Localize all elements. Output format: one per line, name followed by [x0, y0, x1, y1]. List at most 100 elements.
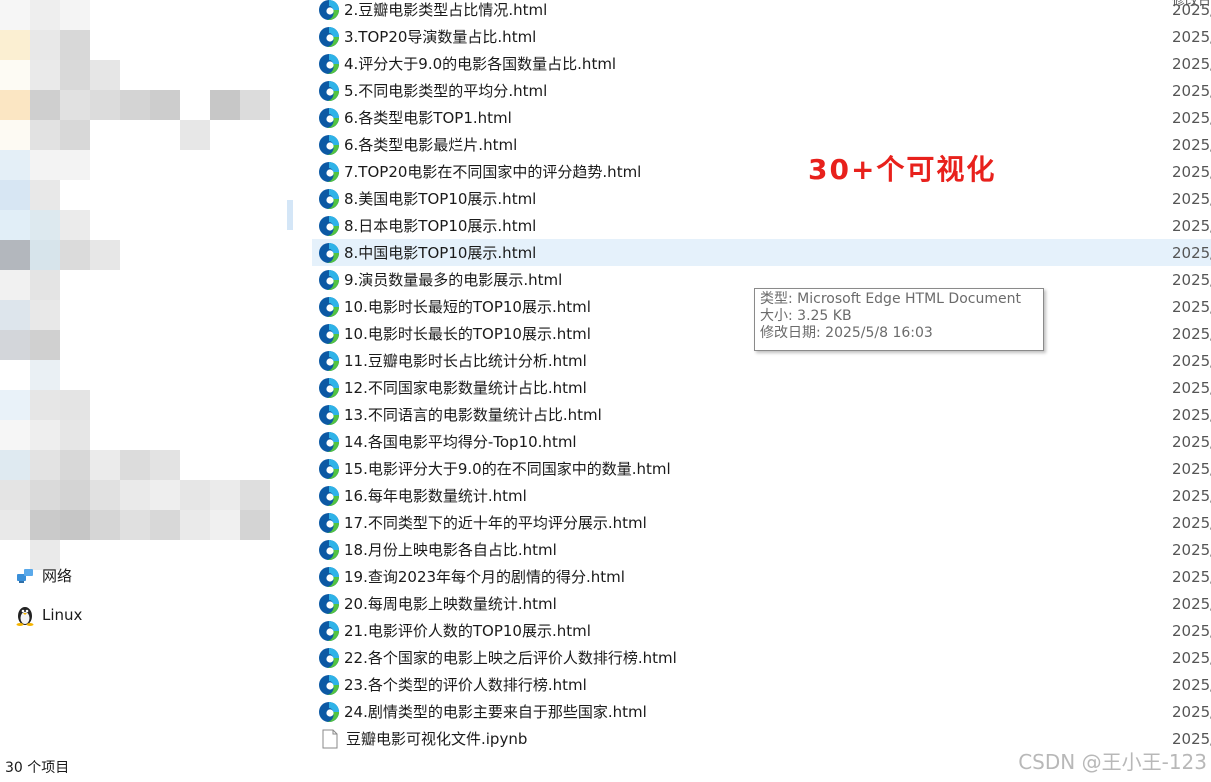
file-row[interactable]: 19.查询2023年每个月的剧情的得分.html 2025/ [312, 563, 1211, 590]
file-name: 11.豆瓣电影时长占比统计分析.html [344, 352, 587, 370]
file-name: 18.月份上映电影各自占比.html [344, 541, 557, 559]
blur-cell [120, 360, 150, 390]
edge-browser-icon [318, 53, 340, 75]
file-name: 豆瓣电影可视化文件.ipynb [346, 730, 528, 748]
file-date: 2025/ [1172, 189, 1211, 208]
blur-cell [270, 300, 294, 330]
nav-item-linux[interactable]: Linux [14, 602, 82, 628]
file-date: 2025/ [1172, 27, 1211, 46]
blur-cell [120, 420, 150, 450]
blur-cell [240, 270, 270, 300]
blur-cell [120, 0, 150, 30]
blur-cell [270, 270, 294, 300]
blur-cell [0, 120, 30, 150]
blur-cell [270, 330, 294, 360]
blur-cell [240, 420, 270, 450]
edge-browser-icon [318, 215, 340, 237]
blur-cell [0, 0, 30, 30]
file-row[interactable]: 13.不同语言的电影数量统计占比.html 2025/ [312, 401, 1211, 428]
blur-cell [180, 180, 210, 210]
file-row[interactable]: 16.每年电影数量统计.html 2025/ [312, 482, 1211, 509]
blur-cell [30, 360, 60, 390]
file-name: 15.电影评分大于9.0的在不同国家中的数量.html [344, 460, 671, 478]
blur-cell [30, 120, 60, 150]
file-date: 2025/ [1172, 351, 1211, 370]
blur-cell [270, 90, 294, 120]
blur-cell [210, 510, 240, 540]
file-row[interactable]: 7.TOP20电影在不同国家中的评分趋势.html 2025/ [312, 158, 1211, 185]
file-row[interactable]: 8.中国电影TOP10展示.html 2025/ [312, 239, 1211, 266]
nav-item-network-label: 网络 [42, 566, 73, 585]
blur-cell [60, 150, 90, 180]
file-row[interactable]: 22.各个国家的电影上映之后评价人数排行榜.html 2025/ [312, 644, 1211, 671]
file-row[interactable]: 8.美国电影TOP10展示.html 2025/ [312, 185, 1211, 212]
blur-cell [120, 30, 150, 60]
blur-cell [60, 450, 90, 480]
file-date: 2025/ [1172, 567, 1211, 586]
file-row[interactable]: 2.豆瓣电影类型占比情况.html 2025/ [312, 0, 1211, 23]
blur-cell [180, 510, 210, 540]
blur-cell [60, 0, 90, 30]
blur-cell [210, 240, 240, 270]
file-name: 7.TOP20电影在不同国家中的评分趋势.html [344, 163, 642, 181]
blur-cell [150, 510, 180, 540]
blur-cell [90, 360, 120, 390]
edge-browser-icon [318, 377, 340, 399]
blur-cell [0, 390, 30, 420]
blur-cell [120, 330, 150, 360]
blur-cell [120, 180, 150, 210]
edge-browser-icon [318, 431, 340, 453]
blur-cell [210, 480, 240, 510]
blur-cell [180, 540, 210, 570]
file-row[interactable]: 5.不同电影类型的平均分.html 2025/ [312, 77, 1211, 104]
file-row[interactable]: 17.不同类型下的近十年的平均评分展示.html 2025/ [312, 509, 1211, 536]
file-row[interactable]: 18.月份上映电影各自占比.html 2025/ [312, 536, 1211, 563]
blur-cell [0, 270, 30, 300]
blur-cell [60, 90, 90, 120]
file-row[interactable]: 11.豆瓣电影时长占比统计分析.html 2025/ [312, 347, 1211, 374]
blur-cell [30, 60, 60, 90]
file-date: 2025/ [1172, 513, 1211, 532]
blur-cell [150, 120, 180, 150]
file-row[interactable]: 8.日本电影TOP10展示.html 2025/ [312, 212, 1211, 239]
nav-item-network[interactable]: 网络 [14, 562, 72, 588]
blur-cell [60, 390, 90, 420]
file-row[interactable]: 12.不同国家电影数量统计占比.html 2025/ [312, 374, 1211, 401]
blur-cell [60, 60, 90, 90]
blur-cell [60, 270, 90, 300]
file-row[interactable]: 6.各类型电影TOP1.html 2025/ [312, 104, 1211, 131]
file-row[interactable]: 6.各类型电影最烂片.html 2025/ [312, 131, 1211, 158]
blur-cell [210, 60, 240, 90]
file-row[interactable]: 23.各个类型的评价人数排行榜.html 2025/ [312, 671, 1211, 698]
blur-cell [180, 480, 210, 510]
blur-cell [60, 300, 90, 330]
blur-cell [240, 210, 270, 240]
edge-browser-icon [318, 512, 340, 534]
blur-cell [240, 450, 270, 480]
blur-cell [150, 450, 180, 480]
blur-cell [270, 150, 294, 180]
blur-cell [120, 480, 150, 510]
blur-cell [210, 360, 240, 390]
file-row[interactable]: 4.评分大于9.0的电影各国数量占比.html 2025/ [312, 50, 1211, 77]
file-row[interactable]: 14.各国电影平均得分-Top10.html 2025/ [312, 428, 1211, 455]
item-count: 30 个项目 [5, 760, 70, 776]
blur-cell [90, 390, 120, 420]
file-date: 2025/ [1172, 702, 1211, 721]
nav-scrollbar-thumb[interactable] [287, 200, 293, 230]
file-row[interactable]: 15.电影评分大于9.0的在不同国家中的数量.html 2025/ [312, 455, 1211, 482]
blur-cell [240, 180, 270, 210]
file-date: 2025/ [1172, 729, 1211, 748]
blur-cell [270, 510, 294, 540]
tooltip-date: 修改日期: 2025/5/8 16:03 [760, 325, 933, 341]
file-row[interactable]: 3.TOP20导演数量占比.html 2025/ [312, 23, 1211, 50]
file-row[interactable]: 21.电影评价人数的TOP10展示.html 2025/ [312, 617, 1211, 644]
file-name: 22.各个国家的电影上映之后评价人数排行榜.html [344, 649, 677, 667]
edge-browser-icon [318, 647, 340, 669]
blur-cell [0, 60, 30, 90]
blur-cell [0, 360, 30, 390]
file-row[interactable]: 24.剧情类型的电影主要来自于那些国家.html 2025/ [312, 698, 1211, 725]
file-row[interactable]: 20.每周电影上映数量统计.html 2025/ [312, 590, 1211, 617]
file-name: 8.中国电影TOP10展示.html [344, 244, 537, 262]
file-date: 2025/ [1172, 135, 1211, 154]
